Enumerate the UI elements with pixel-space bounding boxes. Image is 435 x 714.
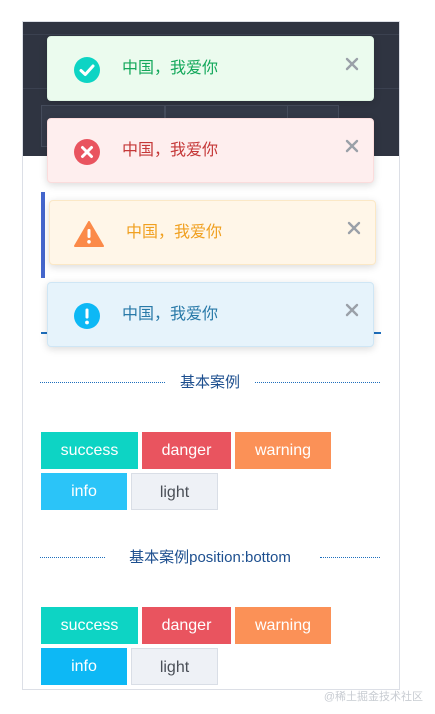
exclamation-circle-icon — [74, 303, 100, 329]
toast-message: 中国，我爱你 — [122, 306, 219, 323]
light-button[interactable]: light — [131, 648, 218, 685]
close-icon[interactable] — [345, 57, 359, 71]
danger-button[interactable]: danger — [142, 432, 231, 469]
watermark: @稀土掘金技术社区 — [323, 691, 423, 703]
toast-danger: 中国，我爱你 — [47, 118, 374, 183]
x-circle-icon — [74, 139, 100, 165]
section-title: 基本案例position:bottom — [129, 549, 291, 566]
light-button[interactable]: light — [131, 473, 218, 510]
close-icon[interactable] — [347, 221, 361, 235]
close-icon[interactable] — [345, 303, 359, 317]
toast-success: 中国，我爱你 — [47, 36, 374, 101]
success-button[interactable]: success — [41, 607, 138, 644]
info-button[interactable]: info — [41, 648, 127, 685]
toast-message: 中国，我爱你 — [126, 224, 223, 241]
toast-message: 中国，我爱你 — [122, 60, 219, 77]
section-divider: 基本案例position:bottom — [40, 548, 380, 568]
check-circle-icon — [74, 57, 100, 83]
danger-button[interactable]: danger — [142, 607, 231, 644]
toast-message: 中国，我爱你 — [122, 142, 219, 159]
header-divider — [23, 34, 399, 35]
toast-info: 中国，我爱你 — [47, 282, 374, 347]
info-button[interactable]: info — [41, 473, 127, 510]
section-title: 基本案例 — [179, 374, 240, 391]
toast-warning: 中国，我爱你 — [49, 200, 376, 265]
warning-triangle-icon — [74, 221, 104, 247]
warning-button[interactable]: warning — [235, 432, 331, 469]
warning-button[interactable]: warning — [235, 607, 331, 644]
success-button[interactable]: success — [41, 432, 138, 469]
close-icon[interactable] — [345, 139, 359, 153]
section-divider: 基本案例 — [40, 373, 380, 393]
side-accent-bar — [41, 192, 45, 278]
